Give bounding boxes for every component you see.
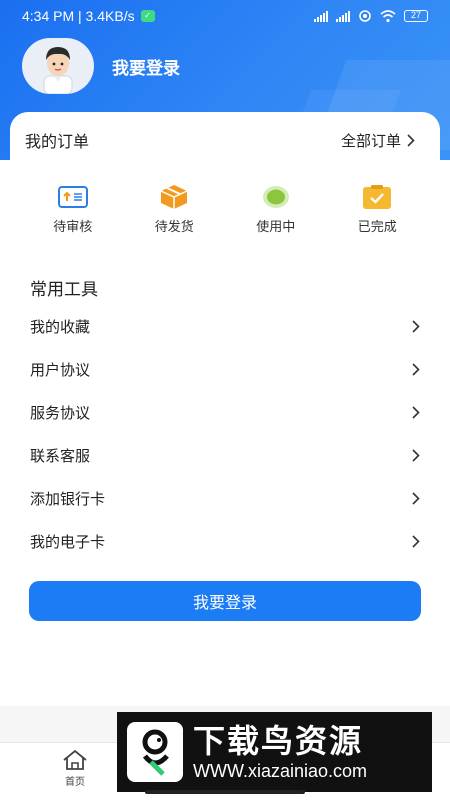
notification-icon: ✓ [140,10,155,22]
home-indicator [145,790,305,794]
order-status-to-ship[interactable]: 待发货 [139,184,209,240]
battery-icon: 27 [404,10,428,22]
login-button[interactable]: 我要登录 [29,581,421,621]
review-icon [57,186,88,208]
hotspot-icon [359,10,371,22]
chevron-right-icon [412,492,420,505]
signal-icon [336,10,350,22]
chevron-right-icon [412,363,420,376]
tool-item-label: 服务协议 [30,405,91,422]
order-status-label: 已完成 [357,219,397,234]
tools-title: 常用工具 [30,280,98,299]
chevron-right-icon [412,320,420,333]
watermark-banner: 下载鸟资源 WWW.xiazainiao.com [117,712,432,792]
order-status-in-use[interactable]: 使用中 [241,184,311,240]
tool-list: 我的收藏 用户协议 服务协议 联系客服 添加银行卡 我的电子卡 [30,305,420,563]
tool-item-customer-service[interactable]: 联系客服 [30,434,420,477]
tool-item-label: 添加银行卡 [30,491,106,508]
tool-item-favorites[interactable]: 我的收藏 [30,305,420,348]
order-status-completed[interactable]: 已完成 [342,184,412,240]
order-status-row: 待审核 待发货 使用中 已完成 [0,184,450,240]
chevron-right-icon [412,449,420,462]
tab-home-label: 首页 [65,777,85,788]
tool-item-label: 用户协议 [30,362,91,379]
order-status-pending-review[interactable]: 待审核 [38,184,108,240]
tab-home[interactable]: 首页 [55,749,95,788]
tool-item-label: 我的电子卡 [30,534,106,551]
male-avatar-icon[interactable] [22,38,94,94]
bird-logo-icon [127,722,183,782]
profile-section[interactable]: 我要登录 [22,38,180,94]
done-icon [363,185,392,209]
tool-item-service-agreement[interactable]: 服务协议 [30,391,420,434]
chevron-right-icon [407,133,415,147]
package-icon [160,185,188,209]
wifi-icon [380,9,396,22]
in-use-icon [262,186,289,208]
orders-header: 我的订单 全部订单 [25,126,415,154]
chevron-right-icon [412,406,420,419]
signal-icon [314,10,328,22]
tool-item-label: 我的收藏 [30,319,91,336]
status-bar: 4:34 PM | 3.4KB/s ✓ 27 [0,0,450,32]
order-status-label: 待审核 [53,219,93,234]
orders-title: 我的订单 [25,134,90,151]
login-title[interactable]: 我要登录 [112,54,180,79]
status-time: 4:34 PM | 3.4KB/s [22,8,135,24]
order-status-label: 使用中 [256,219,296,234]
tool-item-label: 联系客服 [30,448,91,465]
all-orders-link[interactable]: 全部订单 [341,130,415,151]
order-status-label: 待发货 [154,219,194,234]
home-icon [63,749,87,770]
tool-item-e-card[interactable]: 我的电子卡 [30,520,420,563]
tool-item-user-agreement[interactable]: 用户协议 [30,348,420,391]
all-orders-label: 全部订单 [340,132,401,150]
watermark-url: WWW.xiazainiao.com [193,761,368,781]
watermark-title: 下载鸟资源 [193,723,364,759]
tool-item-add-bank-card[interactable]: 添加银行卡 [30,477,420,520]
chevron-right-icon [412,535,420,548]
